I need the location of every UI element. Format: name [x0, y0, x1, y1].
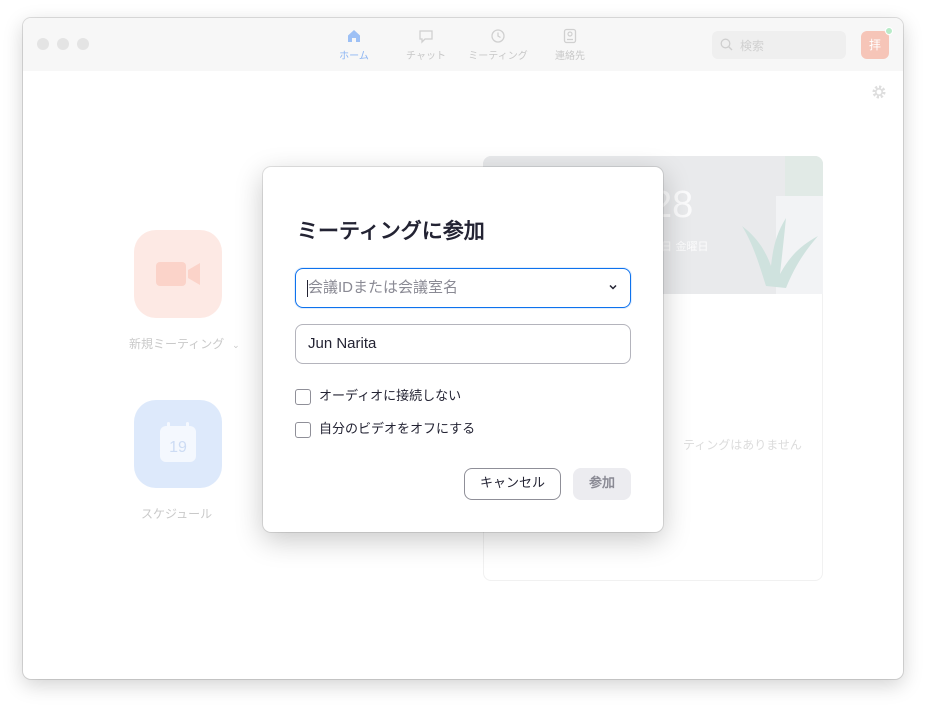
- zoom-window-button[interactable]: [77, 38, 89, 50]
- plant-icon: [742, 156, 823, 294]
- calendar-day-number: 19: [169, 439, 187, 456]
- home-icon: [348, 30, 360, 42]
- no-meetings-text: ティングはありません: [683, 438, 802, 452]
- search-input[interactable]: 検索: [712, 31, 846, 59]
- video-off-label[interactable]: 自分のビデオをオフにする: [319, 422, 475, 438]
- online-status-dot: [885, 27, 893, 35]
- video-camera-icon: [156, 262, 200, 286]
- no-audio-checkbox[interactable]: [295, 389, 311, 405]
- title-bar: ホーム チャット ミーティング 連絡先 検索 拝: [23, 18, 903, 71]
- close-window-button[interactable]: [37, 38, 49, 50]
- dialog-title: ミーティングに参加: [297, 219, 485, 243]
- tab-meetings[interactable]: ミーティング: [463, 28, 533, 66]
- tab-home-label: ホーム: [339, 51, 369, 62]
- gear-icon[interactable]: [871, 84, 887, 100]
- clock-icon: [491, 29, 505, 43]
- display-name-input[interactable]: Jun Narita: [295, 324, 631, 364]
- clock-date: 日 金曜日: [661, 240, 709, 253]
- join-button[interactable]: 参加: [573, 468, 631, 500]
- text-caret: [307, 280, 308, 297]
- search-placeholder: 検索: [740, 39, 765, 53]
- search-icon: [720, 38, 733, 51]
- tab-contacts-label: 連絡先: [555, 51, 585, 62]
- cancel-button[interactable]: キャンセル: [464, 468, 561, 500]
- avatar[interactable]: 拝: [861, 31, 889, 59]
- join-meeting-dialog: ミーティングに参加 会議IDまたは会議室名 Jun Narita オーディオに接…: [263, 167, 663, 532]
- no-audio-label[interactable]: オーディオに接続しない: [319, 389, 461, 405]
- video-off-checkbox[interactable]: [295, 422, 311, 438]
- tab-contacts[interactable]: 連絡先: [535, 28, 605, 66]
- meeting-id-placeholder: 会議IDまたは会議室名: [308, 279, 459, 296]
- schedule-button[interactable]: 19: [134, 400, 222, 488]
- tab-home[interactable]: ホーム: [319, 28, 389, 66]
- schedule-label: スケジュール: [141, 507, 213, 521]
- chat-icon: [419, 30, 433, 44]
- meeting-id-input[interactable]: 会議IDまたは会議室名: [295, 268, 631, 308]
- calendar-icon: 19: [160, 422, 196, 462]
- contacts-icon: [563, 28, 577, 44]
- chevron-down-icon: ⌄: [232, 341, 240, 351]
- tab-chat-label: チャット: [406, 51, 446, 62]
- new-meeting-label[interactable]: 新規ミーティング ⌄: [129, 335, 240, 352]
- tab-chat[interactable]: チャット: [391, 28, 461, 66]
- chevron-down-icon[interactable]: [608, 282, 618, 292]
- tab-meetings-label: ミーティング: [468, 51, 528, 62]
- new-meeting-button[interactable]: [134, 230, 222, 318]
- minimize-window-button[interactable]: [57, 38, 69, 50]
